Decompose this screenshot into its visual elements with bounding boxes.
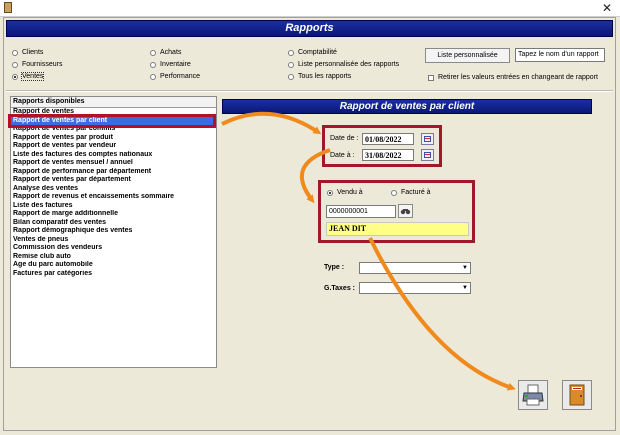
radio-liste-personnalisee[interactable] [288,61,294,68]
report-list-item[interactable]: Rapport de ventes mensuel / annuel [11,159,216,168]
category-option-ventes[interactable]: Ventes [12,72,45,81]
report-list-item[interactable]: Rapport de ventes par département [11,176,216,185]
report-list-item[interactable]: Rapport de marge additionnelle [11,210,216,219]
radio-sold-to[interactable] [327,189,333,196]
category-option-achats[interactable]: Achats [150,49,181,56]
client-name-display: JEAN DIT [326,222,469,236]
retain-values-checkbox[interactable] [428,74,434,81]
category-option-tous[interactable]: Tous les rapports [288,73,351,80]
report-list-item[interactable]: Rapport de performance par département [11,168,216,177]
report-name-input[interactable]: Tapez le nom d'un rapport [515,48,605,62]
type-label: Type : [324,264,345,271]
report-list-items: Rapport de ventes Rapport de ventes par c… [11,108,216,278]
custom-list-button[interactable]: Liste personnalisée [425,48,510,63]
print-button[interactable] [518,380,548,410]
report-list-item[interactable]: Rapport de revenus et encaissements somm… [11,193,216,202]
retain-values-option[interactable]: Retirer les valeurs entrées en changeant… [428,74,598,81]
chevron-down-icon[interactable]: ▼ [460,263,470,273]
category-option-inventaire[interactable]: Inventaire [150,61,191,68]
category-option-fournisseurs[interactable]: Fournisseurs [12,61,62,68]
radio-comptabilite[interactable] [288,49,294,56]
date-from-input[interactable]: 01/08/2022 [362,133,414,145]
date-to-label: Date à : [330,152,355,159]
radio-fournisseurs[interactable] [12,61,18,68]
category-option-liste-personnalisee[interactable]: Liste personnalisée des rapports [288,61,399,68]
exit-button[interactable] [562,380,592,410]
radio-performance[interactable] [150,73,156,80]
calendar-icon[interactable] [421,149,434,161]
report-list-item[interactable]: Bilan comparatif des ventes [11,219,216,228]
radio-invoiced-to[interactable] [391,189,397,196]
radio-clients[interactable] [12,49,18,56]
gtaxes-select[interactable]: ▼ [359,282,471,294]
date-to-input[interactable]: 31/08/2022 [362,149,414,161]
printer-icon [522,384,544,406]
client-number-input[interactable]: 0000000001 [326,205,396,218]
calendar-icon[interactable] [421,133,434,145]
report-list-item[interactable]: Analyse des ventes [11,185,216,194]
radio-inventaire[interactable] [150,61,156,68]
report-list-item[interactable]: Rapport démographique des ventes [11,227,216,236]
type-select[interactable]: ▼ [359,262,471,274]
divider [6,90,613,92]
date-from-label: Date de : [330,135,359,142]
category-option-performance[interactable]: Performance [150,73,200,80]
report-list-item[interactable]: Commission des vendeurs [11,244,216,253]
selected-report-highlight [8,114,216,128]
invoiced-to-option[interactable]: Facturé à [391,189,431,196]
gtaxes-label: G.Taxes : [324,285,355,292]
report-list-item[interactable]: Age du parc automobile [11,261,216,270]
report-list-item[interactable]: Liste des factures des comptes nationaux [11,151,216,160]
report-list[interactable]: Rapports disponibles Rapport de ventes Ra… [10,96,217,368]
report-list-item[interactable]: Remise club auto [11,253,216,262]
report-list-item[interactable]: Rapport de ventes par produit [11,134,216,143]
report-list-item[interactable]: Factures par catégories [11,270,216,279]
exit-door-icon [569,384,585,406]
report-list-item[interactable]: Rapport de ventes par vendeur [11,142,216,151]
close-icon[interactable]: ✕ [602,0,612,16]
client-search-button[interactable] [398,204,413,218]
radio-tous[interactable] [288,73,294,80]
search-icon [400,209,411,215]
chevron-down-icon[interactable]: ▼ [460,283,470,293]
radio-ventes[interactable] [12,73,18,80]
radio-achats[interactable] [150,49,156,56]
sold-to-option[interactable]: Vendu à [327,189,363,196]
report-list-item[interactable]: Liste des factures [11,202,216,211]
category-option-clients[interactable]: Clients [12,49,43,56]
report-list-item[interactable]: Ventes de pneus [11,236,216,245]
category-option-comptabilite[interactable]: Comptabilité [288,49,337,56]
title-bar: ✕ [0,0,620,17]
page-title: Rapports [6,20,613,37]
report-list-header: Rapports disponibles [11,97,216,108]
report-panel-title: Rapport de ventes par client [222,99,592,114]
app-icon [4,2,12,13]
